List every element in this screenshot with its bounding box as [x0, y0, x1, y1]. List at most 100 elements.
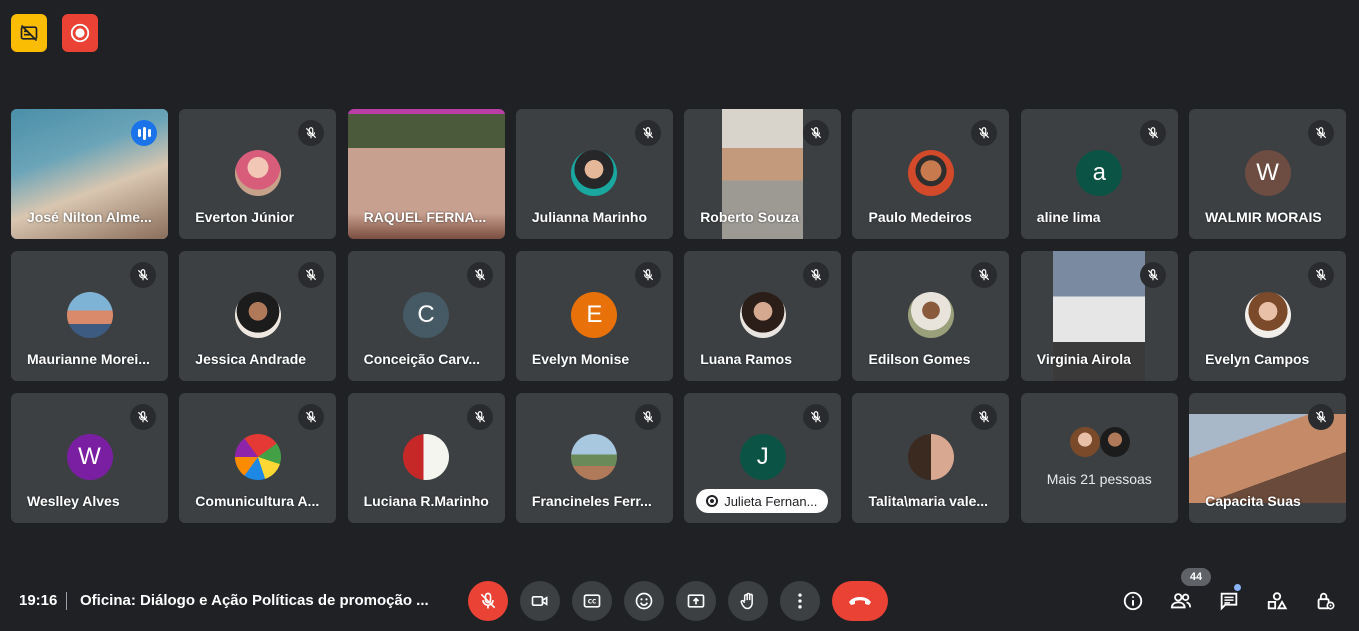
leave-call-button[interactable]: [832, 581, 888, 621]
participant-tile[interactable]: Jessica Andrade: [179, 251, 337, 381]
host-controls-button[interactable]: [1312, 588, 1338, 614]
participant-avatar: [739, 292, 786, 338]
mic-off-icon: [298, 262, 325, 288]
more-vert-icon: [798, 593, 802, 609]
meeting-details-button[interactable]: [1120, 588, 1146, 614]
activities-button[interactable]: [1264, 588, 1290, 614]
participant-name: Evelyn Monise: [531, 351, 630, 367]
no-subtitles-icon: [20, 24, 38, 42]
participant-avatar: J: [739, 434, 786, 480]
participant-tile[interactable]: Julianna Marinho: [515, 109, 673, 239]
more-participants-tile[interactable]: Mais 21 pessoas: [1020, 393, 1178, 523]
participant-name: aline lima: [1036, 209, 1101, 225]
mic-off-icon: [1308, 404, 1335, 430]
people-button[interactable]: [1168, 588, 1194, 614]
recording-badge[interactable]: [62, 14, 98, 52]
info-icon: [1123, 591, 1143, 611]
mic-toggle-button[interactable]: [468, 581, 508, 621]
participant-avatar: [907, 292, 954, 338]
participant-tile[interactable]: a aline lima: [1020, 109, 1178, 239]
participant-tile[interactable]: Everton Júnior: [179, 109, 337, 239]
mic-off-icon: [1308, 262, 1335, 288]
participant-tile[interactable]: W Weslley Alves: [11, 393, 168, 523]
participant-avatar: [234, 292, 281, 338]
mic-off-icon: [466, 262, 493, 288]
participant-name: Capacita Suas: [1205, 493, 1301, 509]
participant-tile[interactable]: RAQUEL FERNA...: [347, 109, 505, 239]
mic-off-icon: [1308, 120, 1335, 146]
emoji-icon: [635, 592, 653, 610]
mic-off-icon: [971, 404, 998, 430]
meeting-clock: 19:16: [19, 592, 58, 609]
emoji-reactions-button[interactable]: [624, 581, 664, 621]
mic-off-icon: [634, 120, 661, 146]
participant-tile[interactable]: C Conceição Carv...: [347, 251, 505, 381]
mic-off-icon: [1139, 262, 1166, 288]
toolbar-divider: [66, 592, 67, 610]
participant-name: Comunicultura A...: [195, 493, 320, 509]
participant-tile[interactable]: Virginia Airola: [1020, 251, 1178, 381]
bottom-toolbar: 19:16 Oficina: Diálogo e Ação Políticas …: [0, 580, 1359, 622]
chat-button[interactable]: [1216, 588, 1242, 614]
participant-tile[interactable]: W WALMIR MORAIS: [1189, 109, 1347, 239]
participant-tile[interactable]: Evelyn Campos: [1189, 251, 1347, 381]
participant-tile[interactable]: Maurianne Morei...: [11, 251, 168, 381]
participant-name: Julieta Fernan...: [724, 493, 818, 509]
participant-name: Everton Júnior: [195, 209, 295, 225]
participant-grid: José Nilton Alme... Everton Júnior RAQUE…: [11, 109, 1347, 523]
participant-tile[interactable]: Roberto Souza: [684, 109, 842, 239]
chat-icon: [1220, 592, 1238, 611]
participant-tile[interactable]: Paulo Medeiros: [852, 109, 1010, 239]
participant-tile[interactable]: Luciana R.Marinho: [347, 393, 505, 523]
participant-avatar: C: [403, 292, 450, 338]
mic-off-icon: [803, 262, 830, 288]
participant-avatar: W: [1244, 150, 1291, 196]
mic-off-icon: [298, 120, 325, 146]
participant-name: RAQUEL FERNA...: [363, 209, 487, 225]
participant-name: Conceição Carv...: [363, 351, 481, 367]
more-options-button[interactable]: [780, 581, 820, 621]
participant-name: Julianna Marinho: [531, 209, 648, 225]
participant-name: Luciana R.Marinho: [363, 493, 489, 509]
participant-tile[interactable]: José Nilton Alme...: [11, 109, 168, 239]
mic-off-icon: [480, 592, 496, 609]
participant-name: Jessica Andrade: [195, 351, 307, 367]
end-call-icon: [849, 597, 871, 605]
participant-name: Evelyn Campos: [1205, 351, 1310, 367]
people-icon: [1170, 593, 1192, 609]
participant-name: WALMIR MORAIS: [1205, 209, 1322, 225]
raise-hand-button[interactable]: [728, 581, 768, 621]
participant-tile[interactable]: Luana Ramos: [684, 251, 842, 381]
participant-tile[interactable]: Francineles Ferr...: [515, 393, 673, 523]
mic-off-icon: [971, 120, 998, 146]
present-screen-button[interactable]: [676, 581, 716, 621]
mic-off-icon: [298, 404, 325, 430]
host-controls-icon: [1317, 592, 1335, 610]
captions-icon: CC: [583, 594, 601, 608]
mic-off-icon: [971, 262, 998, 288]
mic-off-icon: [1139, 120, 1166, 146]
mic-off-icon: [466, 404, 493, 430]
participant-tile[interactable]: J Julieta Fernan...: [684, 393, 842, 523]
speaking-indicator-icon: [131, 120, 157, 146]
participant-avatar: [403, 434, 450, 480]
activities-icon: [1267, 592, 1288, 610]
camera-toggle-button[interactable]: [520, 581, 560, 621]
participant-tile[interactable]: Capacita Suas: [1189, 393, 1347, 523]
participant-avatar: [907, 434, 954, 480]
captions-button[interactable]: CC: [572, 581, 612, 621]
participant-tile[interactable]: E Evelyn Monise: [515, 251, 673, 381]
participant-tile[interactable]: Edilson Gomes: [852, 251, 1010, 381]
meeting-title: Oficina: Diálogo e Ação Políticas de pro…: [80, 592, 429, 609]
participant-tile[interactable]: Comunicultura A...: [179, 393, 337, 523]
participant-tile[interactable]: Talita\maria vale...: [852, 393, 1010, 523]
participant-name: Roberto Souza: [700, 209, 799, 225]
participant-avatar: [234, 150, 281, 196]
participant-name: José Nilton Alme...: [27, 209, 152, 225]
participant-name: Paulo Medeiros: [868, 209, 972, 225]
captions-off-badge[interactable]: [11, 14, 47, 52]
mic-off-icon: [803, 120, 830, 146]
recording-icon: [70, 23, 90, 43]
mic-off-icon: [130, 404, 156, 430]
participant-name: Talita\maria vale...: [868, 493, 989, 509]
